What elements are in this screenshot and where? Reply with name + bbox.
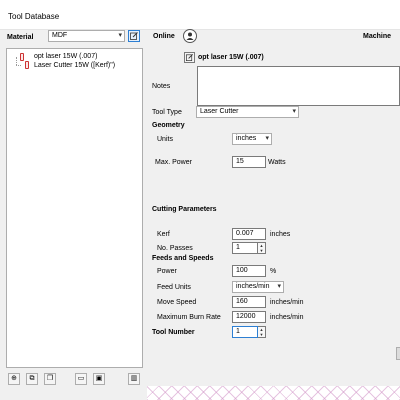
edit-tool-button[interactable]	[184, 52, 195, 63]
tree-item-parent[interactable]: opt laser 15W (.007)	[34, 53, 97, 60]
edit-material-button[interactable]	[128, 30, 140, 42]
chevron-down-icon: ▾	[292, 108, 296, 115]
window-title: Tool Database	[8, 12, 60, 21]
edit-icon	[130, 32, 138, 40]
title-bar: Tool Database	[0, 0, 400, 30]
feed-units-select[interactable]: inches/min ▾	[232, 281, 284, 293]
open-button[interactable]: ▭	[75, 373, 87, 385]
save-button[interactable]: ▣	[93, 373, 105, 385]
units-value: inches	[236, 135, 257, 142]
kerf-label: Kerf	[157, 231, 170, 238]
passes-input[interactable]: 1	[232, 242, 258, 254]
chevron-down-icon: ▾	[277, 283, 281, 290]
tool-type-value: Laser Cutter	[200, 108, 239, 115]
power-unit: %	[270, 268, 277, 275]
power-label: Power	[157, 268, 177, 275]
material-label: Material	[7, 34, 34, 41]
kerf-input[interactable]: 0.007	[232, 228, 266, 240]
feed-units-value: inches/min	[236, 283, 270, 290]
add-tool-button[interactable]: ⊕	[8, 373, 20, 385]
burn-rate-input[interactable]: 12000	[232, 311, 266, 323]
user-icon	[186, 32, 194, 40]
folder-open-icon: ▭	[77, 375, 85, 382]
material-value: MDF	[52, 32, 68, 39]
duplicate-icon: ⧉	[29, 375, 35, 382]
tool-type-label: Tool Type	[152, 109, 182, 116]
chevron-down-icon: ▾	[118, 32, 122, 39]
machine-label: Machine	[363, 33, 392, 40]
move-speed-label: Move Speed	[157, 299, 197, 306]
cutting-heading: Cutting Parameters	[152, 206, 217, 213]
tree-item-child[interactable]: Laser Cutter 15W ([Kerf)")	[34, 62, 115, 69]
tool-group-icon	[20, 53, 24, 61]
kerf-unit: inches	[270, 231, 291, 238]
copy-icon: ❐	[46, 375, 54, 382]
feeds-heading: Feeds and Speeds	[152, 255, 214, 262]
delete-icon: ▥	[130, 375, 138, 382]
delete-button[interactable]: ▥	[128, 373, 140, 385]
units-select[interactable]: inches ▾	[232, 133, 272, 145]
copy-tool-button[interactable]: ❐	[44, 373, 56, 385]
cutoff-button[interactable]	[396, 347, 400, 360]
feed-units-label: Feed Units	[157, 284, 191, 291]
material-select[interactable]: MDF ▾	[48, 30, 125, 42]
tool-tree[interactable]: opt laser 15W (.007) Laser Cutter 15W ([…	[6, 48, 143, 368]
spin-down-icon[interactable]: ▼	[258, 332, 265, 337]
online-label: Online	[153, 33, 175, 40]
chevron-down-icon: ▾	[265, 135, 269, 142]
units-label: Units	[157, 136, 173, 143]
tool-name: opt laser 15W (.007)	[198, 54, 264, 61]
tree-connector-child	[16, 65, 21, 66]
tool-type-select[interactable]: Laser Cutter ▾	[196, 106, 299, 118]
canvas-grid	[147, 386, 400, 400]
tool-number-spinner[interactable]: ▲ ▼	[258, 326, 266, 338]
passes-spinner[interactable]: ▲ ▼	[258, 242, 266, 254]
max-power-unit: Watts	[268, 159, 286, 166]
burn-rate-label: Maximum Burn Rate	[157, 314, 221, 321]
burn-rate-unit: inches/min	[270, 314, 304, 321]
user-account-button[interactable]	[183, 29, 197, 43]
tree-connector	[16, 57, 17, 65]
tool-number-input[interactable]: 1	[232, 326, 258, 338]
notes-field[interactable]	[197, 66, 400, 106]
notes-label: Notes	[152, 83, 171, 90]
max-power-label: Max. Power	[155, 159, 192, 166]
move-speed-input[interactable]: 160	[232, 296, 266, 308]
spin-down-icon[interactable]: ▼	[258, 248, 265, 253]
edit-icon	[185, 54, 193, 62]
duplicate-tool-button[interactable]: ⧉	[26, 373, 38, 385]
power-input[interactable]: 100	[232, 265, 266, 277]
laser-tool-icon	[25, 61, 29, 69]
save-icon: ▣	[95, 375, 103, 382]
add-icon: ⊕	[11, 375, 17, 382]
tool-number-label: Tool Number	[152, 329, 195, 336]
move-speed-unit: inches/min	[270, 299, 304, 306]
max-power-input[interactable]: 15	[232, 156, 266, 168]
passes-label: No. Passes	[157, 245, 193, 252]
geometry-heading: Geometry	[152, 122, 185, 129]
